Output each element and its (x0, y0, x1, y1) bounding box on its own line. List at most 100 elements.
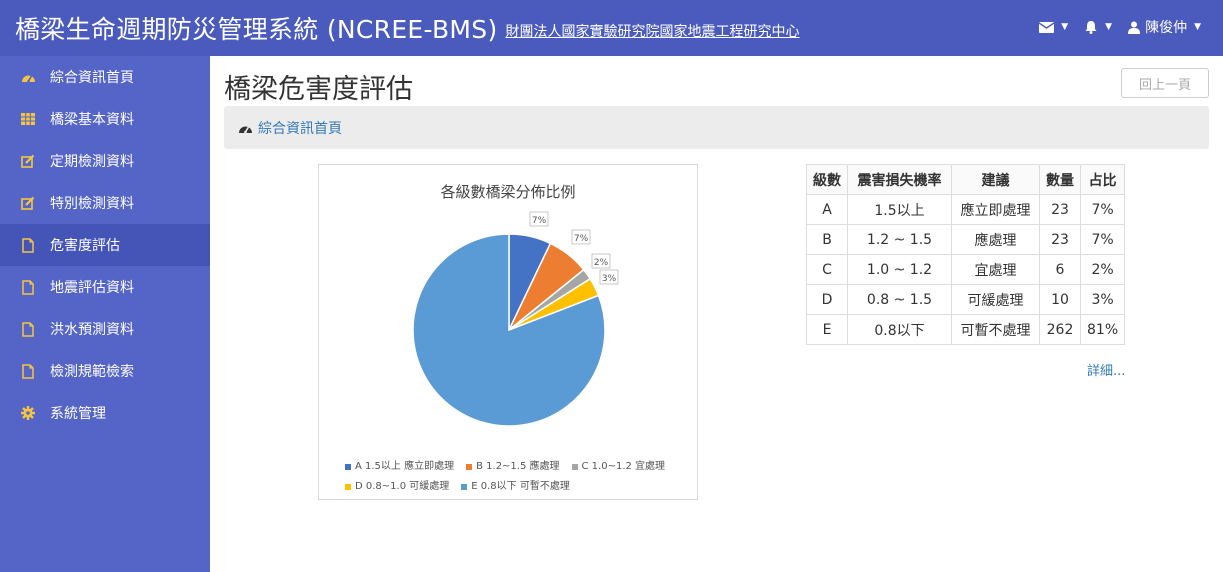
chart-legend: A 1.5以上 應立即處理 B 1.2~1.5 應處理 C 1.0~1.2 宜處… (345, 457, 685, 497)
table-cell: 7% (1079, 224, 1126, 255)
caret-down-icon: ▼ (1061, 22, 1069, 32)
column-header: 震害損失機率 (847, 164, 952, 195)
legend-label: A 1.5以上 應立即處理 (355, 461, 455, 472)
legend-item: E 0.8以下 可暫不處理 (461, 477, 570, 497)
sidebar-item-label: 洪水預測資料 (50, 322, 134, 338)
top-right-menu: ▼ ▼ 陳俊仲 ▼ (1039, 17, 1201, 37)
table-cell: 可暫不處理 (951, 314, 1040, 345)
file-icon (20, 237, 36, 253)
caret-down-icon: ▼ (1105, 22, 1113, 32)
table-header-row: 級數 震害損失機率 建議 數量 占比 (806, 164, 1126, 195)
table-row: B 1.2 ~ 1.5 應處理 23 7% (806, 224, 1126, 255)
sidebar-item-special-inspection[interactable]: 特別檢測資料 (0, 182, 210, 224)
table-cell: 1.2 ~ 1.5 (847, 224, 952, 255)
main-content: 橋梁危害度評估 回上一頁 綜合資訊首頁 各級數橋梁分佈比例 7%7%2%3%81… (210, 56, 1223, 572)
legend-swatch (461, 484, 468, 490)
legend-swatch (466, 464, 473, 470)
table-row: A 1.5以上 應立即處理 23 7% (806, 194, 1126, 225)
breadcrumb: 綜合資訊首頁 (224, 106, 1209, 149)
legend-item: C 1.0~1.2 宜處理 (571, 457, 666, 477)
sidebar-item-dashboard[interactable]: 綜合資訊首頁 (0, 56, 210, 98)
table-row: C 1.0 ~ 1.2 宜處理 6 2% (806, 254, 1126, 285)
pie-data-label: 7% (529, 211, 549, 227)
sidebar-item-hazard-assessment[interactable]: 危害度評估 (0, 224, 210, 266)
sidebar-item-label: 特別檢測資料 (50, 196, 134, 212)
table-cell: 23 (1039, 224, 1081, 255)
messages-menu[interactable]: ▼ (1039, 21, 1069, 33)
table-cell: 宜處理 (951, 254, 1040, 285)
top-navbar: 橋梁生命週期防災管理系統 (NCREE-BMS) 財團法人國家實驗研究院國家地震… (0, 0, 1223, 56)
sidebar-item-periodic-inspection[interactable]: 定期檢測資料 (0, 140, 210, 182)
file-icon (20, 279, 36, 295)
sidebar-item-label: 地震評估資料 (50, 280, 134, 296)
table-cell: 1.5以上 (847, 194, 952, 225)
envelope-icon (1039, 21, 1055, 33)
table-cell: E (806, 314, 848, 345)
bell-icon (1085, 21, 1097, 34)
pie-chart: 7%7%2%3%81% (412, 211, 619, 427)
pie-chart-panel: 各級數橋梁分佈比例 7%7%2%3%81% A 1.5以上 應立即處理 B 1.… (318, 164, 698, 500)
table-cell: 81% (1079, 314, 1126, 345)
sidebar-item-label: 檢測規範檢索 (50, 364, 134, 380)
pie-data-label: 3% (599, 269, 619, 285)
dashboard-icon (239, 126, 252, 133)
edit-icon (20, 153, 36, 169)
pie-data-label: 7% (571, 229, 591, 245)
legend-label: C 1.0~1.2 宜處理 (581, 461, 666, 472)
sidebar-item-bridge-data[interactable]: 橋梁基本資料 (0, 98, 210, 140)
org-link[interactable]: 財團法人國家實驗研究院國家地震工程研究中心 (506, 21, 800, 41)
table-icon (20, 111, 36, 127)
table-cell: C (806, 254, 848, 285)
legend-label: D 0.8~1.0 可緩處理 (355, 481, 450, 492)
table-cell: 6 (1039, 254, 1081, 285)
svg-text:7%: 7% (574, 234, 589, 244)
pie-data-label: 2% (591, 253, 611, 269)
user-menu[interactable]: 陳俊仲 ▼ (1128, 17, 1201, 37)
table-cell: 7% (1079, 194, 1126, 225)
table-row: E 0.8以下 可暫不處理 262 81% (806, 314, 1126, 345)
table-row: D 0.8 ~ 1.5 可緩處理 10 3% (806, 284, 1126, 315)
legend-swatch (571, 464, 578, 470)
table-cell: 可緩處理 (951, 284, 1040, 315)
column-header: 數量 (1039, 164, 1081, 195)
legend-item: B 1.2~1.5 應處理 (466, 457, 560, 477)
table-cell: 10 (1039, 284, 1081, 315)
sidebar-item-system-admin[interactable]: 系統管理 (0, 392, 210, 434)
legend-item: A 1.5以上 應立即處理 (345, 457, 454, 477)
svg-text:7%: 7% (532, 216, 547, 226)
table-cell: 0.8以下 (847, 314, 952, 345)
details-link[interactable]: 詳細... (1087, 360, 1125, 379)
sidebar: 綜合資訊首頁 橋梁基本資料 定期檢測資料 特別檢測資料 危害度評估 地震評估資料 (0, 56, 210, 572)
legend-swatch (345, 484, 351, 490)
sidebar-item-flood-forecast[interactable]: 洪水預測資料 (0, 308, 210, 350)
back-button[interactable]: 回上一頁 (1121, 68, 1209, 98)
file-icon (20, 321, 36, 337)
user-icon (1128, 21, 1141, 34)
edit-icon (20, 195, 36, 211)
hazard-table: 級數 震害損失機率 建議 數量 占比 A 1.5以上 應立即處理 23 7% B… (806, 164, 1126, 345)
breadcrumb-home-link[interactable]: 綜合資訊首頁 (258, 118, 342, 138)
sidebar-item-label: 定期檢測資料 (50, 154, 134, 170)
table-cell: 1.0 ~ 1.2 (847, 254, 952, 285)
table-cell: 應處理 (951, 224, 1040, 255)
table-cell: 3% (1079, 284, 1126, 315)
sidebar-item-label: 系統管理 (50, 406, 106, 422)
sidebar-item-spec-search[interactable]: 檢測規範檢索 (0, 350, 210, 392)
table-cell: 2% (1079, 254, 1126, 285)
legend-row: D 0.8~1.0 可緩處理 E 0.8以下 可暫不處理 (345, 477, 685, 497)
column-header: 級數 (806, 164, 848, 195)
gear-icon (20, 405, 36, 421)
table-cell: D (806, 284, 848, 315)
sidebar-item-label: 危害度評估 (50, 238, 120, 254)
legend-label: E 0.8以下 可暫不處理 (471, 481, 570, 492)
user-name: 陳俊仲 (1145, 20, 1188, 36)
table-cell: 23 (1039, 194, 1081, 225)
file-icon (20, 363, 36, 379)
sidebar-item-earthquake-assessment[interactable]: 地震評估資料 (0, 266, 210, 308)
app-title[interactable]: 橋梁生命週期防災管理系統 (NCREE-BMS) (15, 10, 498, 46)
sidebar-item-label: 橋梁基本資料 (50, 112, 134, 128)
legend-row: A 1.5以上 應立即處理 B 1.2~1.5 應處理 C 1.0~1.2 宜處… (345, 457, 685, 477)
notifications-menu[interactable]: ▼ (1084, 20, 1112, 34)
column-header: 建議 (951, 164, 1040, 195)
page-title: 橋梁危害度評估 (224, 74, 413, 105)
